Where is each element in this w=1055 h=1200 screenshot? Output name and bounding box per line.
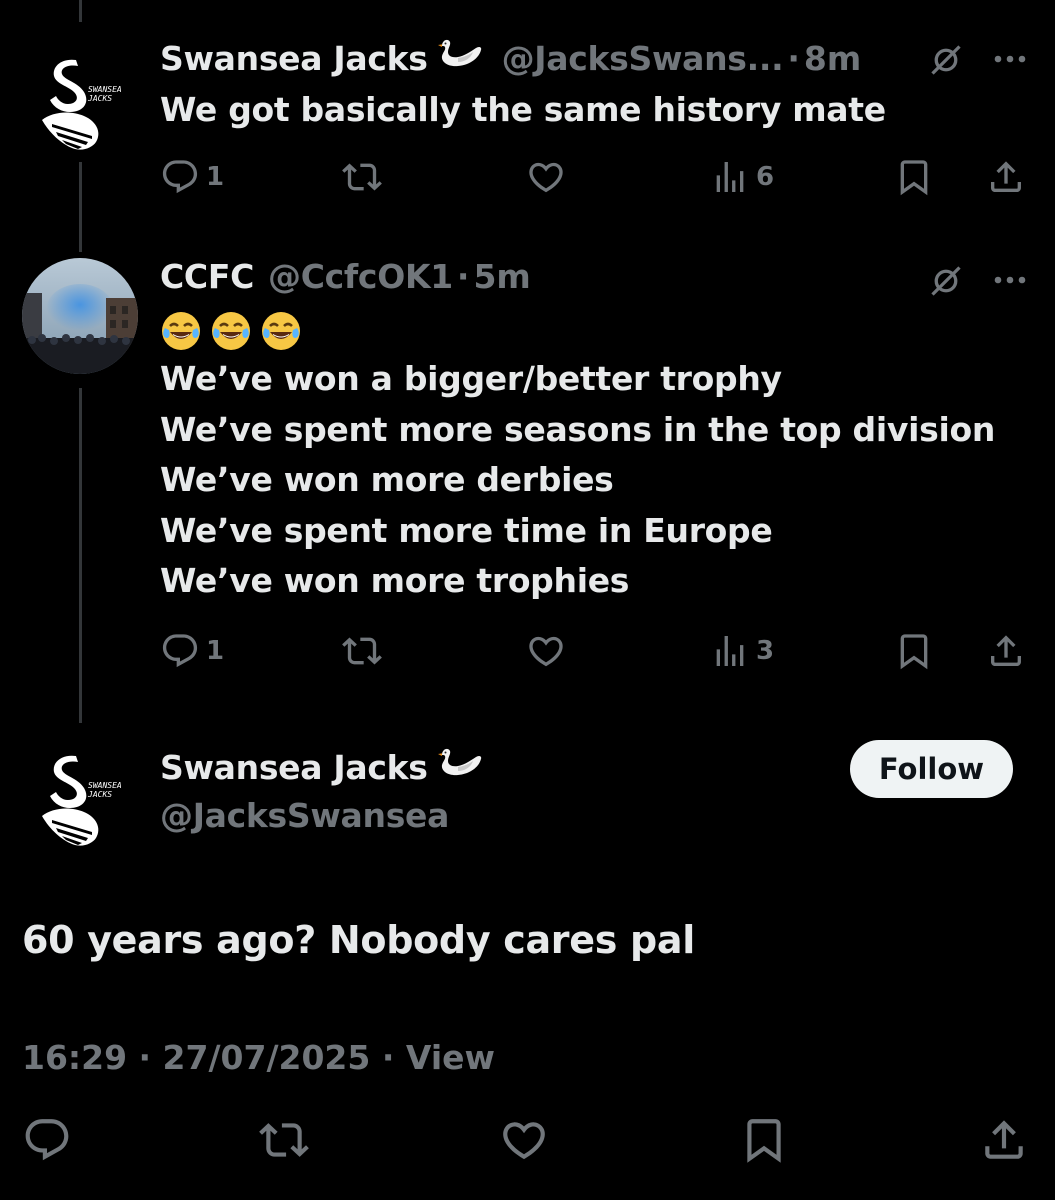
reply-icon bbox=[22, 1115, 72, 1165]
retweet-icon bbox=[342, 631, 382, 671]
reply-count: 1 bbox=[206, 636, 225, 666]
tweet-text: We’ve won a bigger/better trophy We’ve s… bbox=[160, 308, 995, 607]
swan-emoji-icon bbox=[436, 745, 484, 779]
more-icon[interactable] bbox=[993, 53, 1027, 65]
views-button[interactable]: 6 bbox=[710, 157, 774, 197]
views-icon bbox=[710, 631, 750, 671]
user-handle[interactable]: @CcfcOK1 bbox=[268, 257, 453, 296]
bookmark-button[interactable] bbox=[739, 1120, 789, 1160]
main-tweet-text: 60 years ago? Nobody cares pal bbox=[22, 918, 695, 962]
retweet-button[interactable] bbox=[259, 1120, 309, 1160]
avatar[interactable]: SWANSEA JACKS bbox=[22, 736, 138, 852]
tweet-actions: 1 6 bbox=[160, 157, 1030, 197]
tweet-text-line: We’ve won a bigger/better trophy bbox=[160, 359, 782, 398]
face-with-tears-of-joy-icon bbox=[160, 310, 202, 352]
retweet-icon bbox=[342, 157, 382, 197]
reply-icon bbox=[160, 157, 200, 197]
share-icon bbox=[979, 1115, 1029, 1165]
thread-line-2 bbox=[79, 388, 82, 723]
share-icon bbox=[986, 157, 1026, 197]
bookmark-button[interactable] bbox=[894, 157, 934, 197]
like-button[interactable] bbox=[526, 631, 566, 671]
tweet-text-line: We’ve spent more seasons in the top divi… bbox=[160, 409, 996, 449]
display-name[interactable]: Swansea Jacks bbox=[160, 39, 428, 78]
like-icon bbox=[526, 157, 566, 197]
views-icon bbox=[710, 157, 750, 197]
retweet-button[interactable] bbox=[342, 157, 382, 197]
thread-line-1 bbox=[79, 162, 82, 252]
swan-emoji-icon bbox=[436, 36, 484, 70]
reply-button[interactable]: 1 bbox=[160, 157, 224, 197]
reply-icon bbox=[160, 631, 200, 671]
thread-line-top bbox=[79, 0, 82, 22]
emoji-row bbox=[160, 308, 995, 354]
like-icon bbox=[526, 631, 566, 671]
display-name[interactable]: Swansea Jacks bbox=[160, 748, 428, 787]
bookmark-icon bbox=[894, 631, 934, 671]
separator: · bbox=[456, 257, 470, 296]
more-icon[interactable] bbox=[993, 274, 1027, 286]
tweet-meta: 16:29 · 27/07/2025 · View bbox=[22, 1038, 495, 1077]
reply-button[interactable] bbox=[22, 1120, 72, 1160]
views-count: 6 bbox=[756, 162, 775, 192]
views-button[interactable]: 3 bbox=[710, 631, 774, 671]
crowd-photo-icon bbox=[22, 258, 138, 374]
bookmark-icon bbox=[894, 157, 934, 197]
face-with-tears-of-joy-icon bbox=[210, 310, 252, 352]
reply-count: 1 bbox=[206, 162, 225, 192]
bookmark-icon bbox=[739, 1115, 789, 1165]
views-count: 3 bbox=[756, 636, 775, 666]
avatar[interactable] bbox=[22, 258, 138, 374]
avatar-logo-label: SWANSEA JACKS bbox=[88, 781, 122, 799]
retweet-icon bbox=[259, 1115, 309, 1165]
like-icon bbox=[499, 1115, 549, 1165]
like-button[interactable] bbox=[526, 157, 566, 197]
grok-icon[interactable] bbox=[928, 42, 964, 78]
share-button[interactable] bbox=[986, 631, 1026, 671]
timestamp[interactable]: 5m bbox=[473, 257, 530, 296]
tweet-header: CCFC @CcfcOK1 · 5m bbox=[160, 257, 531, 296]
share-button[interactable] bbox=[986, 157, 1026, 197]
retweet-button[interactable] bbox=[342, 631, 382, 671]
bookmark-button[interactable] bbox=[894, 631, 934, 671]
tweet-header: Swansea Jacks @JacksSwans... · 8m bbox=[160, 36, 861, 78]
share-button[interactable] bbox=[979, 1120, 1029, 1160]
separator: · bbox=[787, 39, 800, 78]
face-with-tears-of-joy-icon bbox=[260, 310, 302, 352]
tweet-text: We got basically the same history mate bbox=[160, 85, 886, 136]
avatar[interactable]: SWANSEA JACKS bbox=[22, 40, 138, 156]
grok-icon[interactable] bbox=[928, 263, 964, 299]
main-tweet-name-row: Swansea Jacks bbox=[160, 745, 484, 787]
tweet-actions: 1 3 bbox=[160, 631, 1030, 671]
like-button[interactable] bbox=[499, 1120, 549, 1160]
tweet-text-line: We got basically the same history mate bbox=[160, 90, 886, 129]
timestamp[interactable]: 8m bbox=[804, 39, 861, 78]
tweet-text-line: We’ve spent more time in Europe bbox=[160, 510, 773, 550]
share-icon bbox=[986, 631, 1026, 671]
reply-button[interactable]: 1 bbox=[160, 631, 224, 671]
view-link[interactable]: View bbox=[406, 1038, 495, 1077]
tweet-text-line: We’ve won more trophies bbox=[160, 561, 630, 600]
main-tweet-actions bbox=[0, 1120, 1055, 1176]
display-name[interactable]: CCFC bbox=[160, 257, 254, 296]
follow-button[interactable]: Follow bbox=[850, 740, 1013, 798]
main-tweet-handle-row: @JacksSwansea bbox=[160, 796, 449, 835]
user-handle[interactable]: @JacksSwans... bbox=[502, 39, 784, 78]
avatar-logo-label: SWANSEA JACKS bbox=[88, 85, 122, 103]
user-handle[interactable]: @JacksSwansea bbox=[160, 796, 449, 835]
timestamp[interactable]: 16:29 · 27/07/2025 · bbox=[22, 1038, 406, 1077]
tweet-text-line: We’ve won more derbies bbox=[160, 460, 614, 499]
